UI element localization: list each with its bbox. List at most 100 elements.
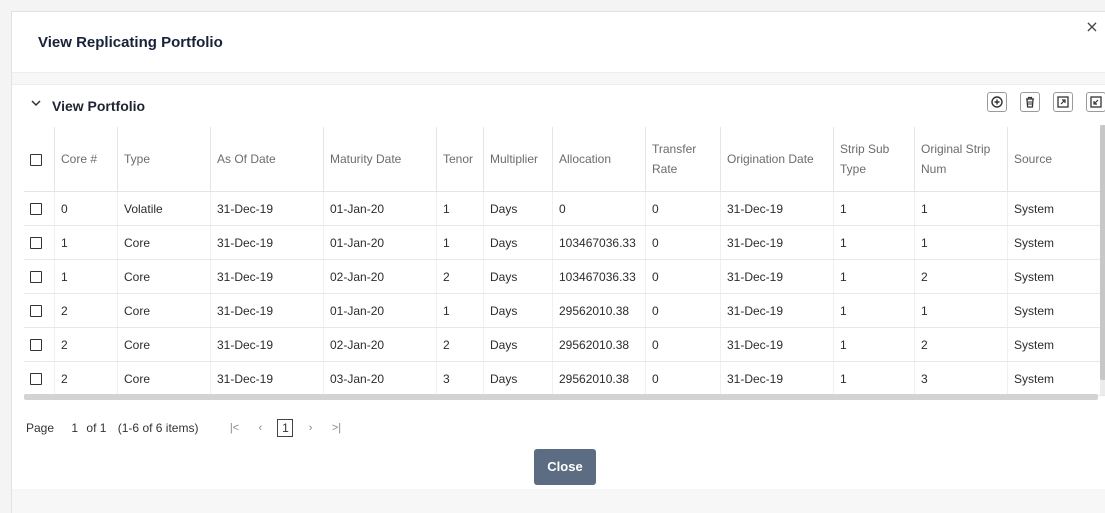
cell-multiplier: Days [484, 362, 553, 396]
first-page-button[interactable]: |< [230, 418, 239, 438]
column-header-source[interactable]: Source [1008, 127, 1105, 192]
cell-tenor: 2 [437, 328, 484, 362]
cell-type: Volatile [118, 192, 211, 226]
table-row[interactable]: 2Core31-Dec-1902-Jan-202Days29562010.380… [24, 328, 1105, 362]
column-header-allocation[interactable]: Allocation [553, 127, 646, 192]
cell-as-of-date: 31-Dec-19 [211, 260, 324, 294]
cell-as-of-date: 31-Dec-19 [211, 226, 324, 260]
cell-as-of-date: 31-Dec-19 [211, 328, 324, 362]
delete-icon[interactable] [1020, 92, 1040, 112]
select-all-checkbox[interactable] [30, 154, 42, 166]
row-select-cell [24, 226, 55, 260]
current-page-input[interactable]: 1 [277, 419, 293, 437]
cell-allocation: 0 [553, 192, 646, 226]
pagination: Page 1 of 1 (1-6 of 6 items) |< ‹ 1 › >| [26, 417, 349, 437]
cell-tenor: 1 [437, 192, 484, 226]
chevron-down-icon[interactable] [28, 96, 44, 112]
cell-multiplier: Days [484, 192, 553, 226]
toolbar [979, 92, 1105, 118]
cell-as-of-date: 31-Dec-19 [211, 192, 324, 226]
cell-core: 1 [55, 260, 118, 294]
page-number: 1 [71, 418, 78, 438]
cell-allocation: 103467036.33 [553, 260, 646, 294]
cell-maturity-date: 01-Jan-20 [324, 226, 437, 260]
close-button[interactable]: Close [534, 449, 596, 485]
table-row[interactable]: 1Core31-Dec-1902-Jan-202Days103467036.33… [24, 260, 1105, 294]
cell-origination-date: 31-Dec-19 [721, 294, 834, 328]
row-checkbox[interactable] [30, 271, 42, 283]
row-checkbox[interactable] [30, 339, 42, 351]
row-checkbox[interactable] [30, 305, 42, 317]
table-row[interactable]: 2Core31-Dec-1903-Jan-203Days29562010.380… [24, 362, 1105, 396]
cell-maturity-date: 01-Jan-20 [324, 192, 437, 226]
vertical-scrollbar-thumb[interactable] [1100, 125, 1105, 380]
cell-as-of-date: 31-Dec-19 [211, 294, 324, 328]
row-select-cell [24, 192, 55, 226]
vertical-scrollbar[interactable] [1100, 125, 1105, 395]
cell-original-strip-num: 1 [915, 226, 1008, 260]
table-row[interactable]: 0Volatile31-Dec-1901-Jan-201Days0031-Dec… [24, 192, 1105, 226]
column-header-strip-sub-type[interactable]: Strip Sub Type [834, 127, 915, 192]
column-header-original-strip-num[interactable]: Original Strip Num [915, 127, 1008, 192]
cell-multiplier: Days [484, 294, 553, 328]
cell-tenor: 1 [437, 294, 484, 328]
column-header-type[interactable]: Type [118, 127, 211, 192]
previous-page-button[interactable]: ‹ [258, 418, 262, 438]
row-select-cell [24, 328, 55, 362]
column-header-as-of-date[interactable]: As Of Date [211, 127, 324, 192]
column-header-core[interactable]: Core # [55, 127, 118, 192]
portfolio-grid: Core # Type As Of Date Maturity Date Ten… [24, 127, 1105, 407]
table-row[interactable]: 2Core31-Dec-1901-Jan-201Days29562010.380… [24, 294, 1105, 328]
cell-maturity-date: 01-Jan-20 [324, 294, 437, 328]
column-header-tenor[interactable]: Tenor [437, 127, 484, 192]
cell-source: System [1008, 362, 1105, 396]
expand-icon[interactable] [1053, 92, 1073, 112]
row-checkbox[interactable] [30, 373, 42, 385]
row-checkbox[interactable] [30, 203, 42, 215]
cell-allocation: 103467036.33 [553, 226, 646, 260]
row-select-cell [24, 362, 55, 396]
cell-source: System [1008, 260, 1105, 294]
section-header: View Portfolio [12, 85, 1105, 125]
cell-maturity-date: 02-Jan-20 [324, 328, 437, 362]
cell-type: Core [118, 362, 211, 396]
cell-core: 0 [55, 192, 118, 226]
page-of-label: of 1 [86, 418, 106, 438]
column-header-origination-date[interactable]: Origination Date [721, 127, 834, 192]
portfolio-table: Core # Type As Of Date Maturity Date Ten… [24, 127, 1105, 396]
portfolio-panel: View Portfolio [12, 84, 1105, 454]
cell-source: System [1008, 192, 1105, 226]
column-header-maturity-date[interactable]: Maturity Date [324, 127, 437, 192]
row-select-cell [24, 260, 55, 294]
column-header-multiplier[interactable]: Multiplier [484, 127, 553, 192]
cell-multiplier: Days [484, 328, 553, 362]
cell-type: Core [118, 226, 211, 260]
cell-original-strip-num: 1 [915, 294, 1008, 328]
horizontal-scrollbar[interactable] [24, 394, 1098, 400]
cell-source: System [1008, 294, 1105, 328]
cell-core: 1 [55, 226, 118, 260]
section-title: View Portfolio [52, 98, 145, 114]
cell-allocation: 29562010.38 [553, 328, 646, 362]
cell-multiplier: Days [484, 260, 553, 294]
cell-source: System [1008, 226, 1105, 260]
cell-core: 2 [55, 294, 118, 328]
cell-origination-date: 31-Dec-19 [721, 226, 834, 260]
column-header-transfer-rate[interactable]: Transfer Rate [646, 127, 721, 192]
cell-maturity-date: 03-Jan-20 [324, 362, 437, 396]
cell-transfer-rate: 0 [646, 192, 721, 226]
cell-origination-date: 31-Dec-19 [721, 260, 834, 294]
dialog-title-bar: View Replicating Portfolio × [12, 12, 1105, 73]
cell-maturity-date: 02-Jan-20 [324, 260, 437, 294]
export-icon[interactable] [1086, 92, 1105, 112]
add-icon[interactable] [987, 92, 1007, 112]
cell-original-strip-num: 2 [915, 260, 1008, 294]
last-page-button[interactable]: >| [332, 418, 341, 438]
cell-source: System [1008, 328, 1105, 362]
next-page-button[interactable]: › [309, 418, 313, 438]
cell-allocation: 29562010.38 [553, 362, 646, 396]
cell-tenor: 1 [437, 226, 484, 260]
row-checkbox[interactable] [30, 237, 42, 249]
table-row[interactable]: 1Core31-Dec-1901-Jan-201Days103467036.33… [24, 226, 1105, 260]
close-icon[interactable]: × [1084, 19, 1100, 35]
